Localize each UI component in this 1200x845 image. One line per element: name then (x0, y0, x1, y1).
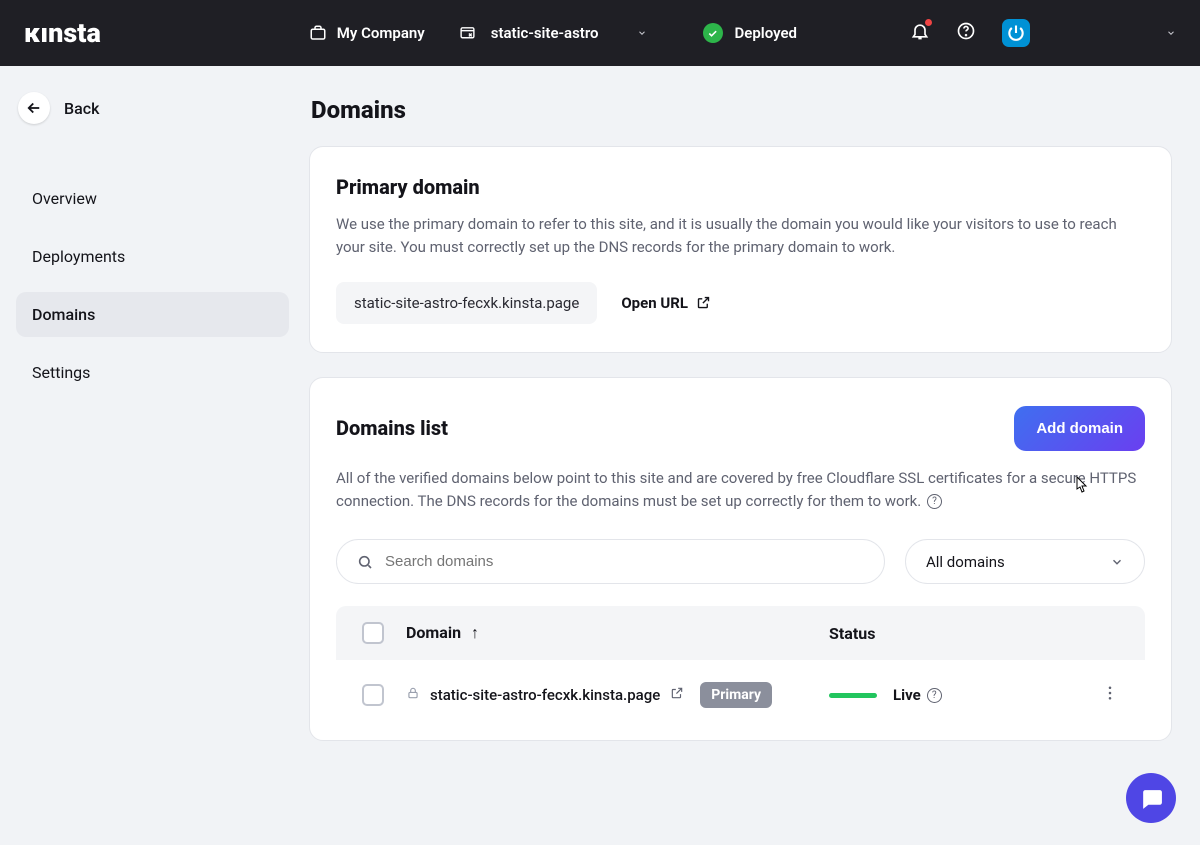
open-url-label: Open URL (621, 294, 688, 312)
app-header: ĸınsta My Company static-site-astro Depl… (0, 0, 1200, 66)
header-menu[interactable] (1166, 24, 1176, 42)
chevron-down-icon (633, 24, 651, 42)
row-checkbox[interactable] (362, 684, 384, 706)
row-domain-name[interactable]: static-site-astro-fecxk.kinsta.page (430, 686, 660, 704)
back-button[interactable] (18, 92, 50, 124)
dots-vertical-icon (1101, 684, 1119, 702)
primary-badge: Primary (700, 682, 772, 708)
list-card-desc: All of the verified domains below point … (336, 467, 1145, 514)
chat-launcher[interactable] (1126, 773, 1176, 823)
filter-value: All domains (926, 553, 1005, 571)
status-indicator (829, 693, 877, 698)
search-input[interactable] (383, 552, 864, 571)
company-name: My Company (337, 24, 425, 42)
help-circle-icon (956, 21, 976, 41)
main-content: Domains Primary domain We use the primar… (305, 66, 1200, 845)
logo: ĸınsta (24, 17, 101, 49)
deploy-status: Deployed (693, 19, 807, 47)
external-link-icon (696, 295, 711, 310)
column-status: Status (829, 624, 1079, 643)
list-card-title: Domains list (336, 416, 448, 440)
primary-domain-card: Primary domain We use the primary domain… (309, 146, 1172, 353)
primary-card-desc: We use the primary domain to refer to th… (336, 213, 1145, 260)
search-icon (357, 554, 373, 570)
site-icon (459, 24, 477, 42)
primary-domain-value: static-site-astro-fecxk.kinsta.page (336, 282, 597, 324)
row-status: Live (893, 686, 921, 704)
sidebar: Back Overview Deployments Domains Settin… (0, 66, 305, 845)
sidebar-item-deployments[interactable]: Deployments (16, 234, 289, 279)
help-button[interactable] (956, 21, 976, 45)
help-icon[interactable]: ? (927, 494, 942, 509)
add-domain-button[interactable]: Add domain (1014, 406, 1145, 451)
arrow-left-icon (25, 99, 43, 117)
row-actions-button[interactable] (1101, 688, 1119, 706)
page-title: Domains (311, 96, 1172, 124)
sidebar-item-domains[interactable]: Domains (16, 292, 289, 337)
check-circle-icon (703, 23, 723, 43)
site-name: static-site-astro (491, 24, 599, 42)
select-all-checkbox[interactable] (362, 622, 384, 644)
company-switcher[interactable]: My Company (299, 20, 435, 46)
sort-arrow-up-icon: ↑ (471, 623, 479, 642)
help-icon[interactable]: ? (927, 688, 942, 703)
table-row: static-site-astro-fecxk.kinsta.page Prim… (336, 660, 1145, 730)
site-switcher[interactable]: static-site-astro (449, 20, 661, 46)
filter-dropdown[interactable]: All domains (905, 539, 1145, 584)
chat-icon (1139, 786, 1164, 811)
chevron-down-icon (1166, 28, 1176, 38)
notification-dot (925, 19, 932, 26)
lock-icon (406, 686, 420, 704)
domains-table: Domain ↑ Status static-site-astro-fecxk.… (336, 606, 1145, 730)
back-label: Back (64, 99, 99, 118)
user-avatar[interactable] (1002, 19, 1030, 47)
column-domain[interactable]: Domain ↑ (406, 623, 829, 643)
sidebar-item-overview[interactable]: Overview (16, 176, 289, 221)
chevron-down-icon (1110, 555, 1124, 569)
domains-list-card: Domains list Add domain All of the verif… (309, 377, 1172, 742)
status-text: Deployed (735, 24, 797, 42)
sidebar-item-settings[interactable]: Settings (16, 350, 289, 395)
primary-card-title: Primary domain (336, 175, 1145, 199)
table-header: Domain ↑ Status (336, 606, 1145, 660)
notifications-button[interactable] (910, 21, 930, 45)
open-url-link[interactable]: Open URL (621, 294, 711, 312)
briefcase-icon (309, 24, 327, 42)
search-domains[interactable] (336, 539, 885, 584)
external-link-icon[interactable] (670, 686, 684, 704)
power-icon (1006, 23, 1026, 43)
